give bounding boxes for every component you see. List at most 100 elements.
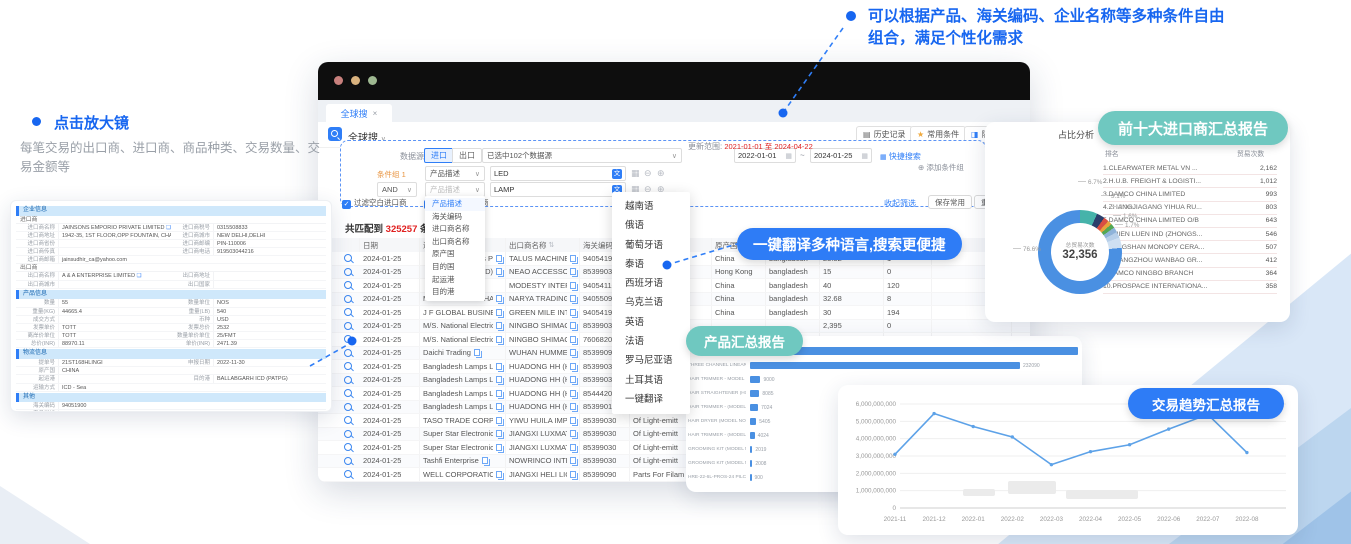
field-menu-item[interactable]: 目的国 — [425, 261, 485, 274]
copy-icon[interactable] — [496, 444, 502, 451]
copy-icon[interactable] — [570, 268, 576, 275]
copy-icon[interactable] — [482, 457, 488, 464]
copy-icon[interactable] — [496, 268, 502, 275]
language-menu-item[interactable]: 俄语 — [612, 216, 690, 235]
importer-rank-row[interactable]: 7.TANGSHAN MONOPY CERA...507 — [1103, 241, 1277, 254]
magnifier-icon[interactable] — [344, 403, 352, 411]
field-menu-item[interactable]: 原产国 — [425, 248, 485, 261]
copy-icon[interactable] — [570, 403, 576, 410]
copy-icon[interactable] — [570, 390, 576, 397]
magnifier-icon[interactable] — [344, 308, 352, 316]
importer-rank-row[interactable]: 8.GUANGZHOU WANBAO GR...412 — [1103, 254, 1277, 267]
remove-condition-icon[interactable]: ⊖ — [644, 168, 652, 179]
copy-icon[interactable] — [496, 322, 502, 329]
field-menu-item[interactable]: 目的港 — [425, 286, 485, 299]
field-menu-item[interactable]: 产品描述 — [425, 198, 485, 211]
quick-date-link[interactable]: ▦ 快捷搜索 — [880, 151, 921, 162]
copy-icon[interactable] — [496, 417, 502, 424]
language-menu-item[interactable]: 一键翻译 — [612, 390, 690, 409]
copy-icon[interactable] — [496, 403, 502, 410]
copy-icon[interactable] — [496, 255, 502, 262]
magnifier-icon[interactable] — [344, 457, 352, 465]
language-menu-item[interactable]: 乌克兰语 — [612, 293, 690, 312]
language-menu-item[interactable]: 越南语 — [612, 197, 690, 216]
field-menu-item[interactable]: 海关编码 — [425, 211, 485, 224]
language-menu-item[interactable]: 英语 — [612, 313, 690, 332]
save-common-button[interactable]: 保存常用 — [928, 195, 972, 209]
copy-icon[interactable] — [496, 295, 502, 302]
copy-icon[interactable] — [570, 444, 576, 451]
dataset-select[interactable]: 已选中102个数据源∨ — [482, 148, 682, 163]
maximize-window-icon[interactable] — [368, 76, 377, 85]
magnifier-icon[interactable] — [344, 254, 352, 262]
copy-icon[interactable] — [570, 282, 576, 289]
magnifier-icon[interactable] — [344, 268, 352, 276]
magnifier-icon[interactable] — [344, 335, 352, 343]
copy-icon[interactable] — [496, 471, 502, 478]
language-menu-item[interactable]: 土耳其语 — [612, 371, 690, 390]
magnifier-icon[interactable] — [344, 416, 352, 424]
magnifier-icon[interactable] — [344, 389, 352, 397]
column-header[interactable] — [336, 238, 360, 252]
language-menu-item[interactable]: 葡萄牙语 — [612, 236, 690, 255]
copy-icon[interactable] — [496, 390, 502, 397]
language-menu-item[interactable]: 西班牙语 — [612, 274, 690, 293]
logic-select[interactable]: AND∨ — [377, 182, 417, 197]
language-menu-item[interactable]: 法语 — [612, 332, 690, 351]
copy-icon[interactable] — [570, 349, 576, 356]
copy-icon[interactable] — [496, 336, 502, 343]
magnifier-icon[interactable] — [344, 281, 352, 289]
importer-rank-row[interactable]: 6.CHIEN LUEN IND (ZHONGS...546 — [1103, 228, 1277, 241]
field-select-2[interactable]: 产品描述∨ — [425, 182, 485, 197]
magnifier-icon[interactable] — [344, 430, 352, 438]
importer-rank-row[interactable]: 1.CLEARWATER METAL VN ...2,162 — [1103, 162, 1277, 175]
importer-rank-row[interactable]: 2.H.U.B. FREIGHT & LOGISTI...1,012 — [1103, 175, 1277, 188]
importer-rank-row[interactable]: 3.DAMCO CHINA LIMITED993 — [1103, 188, 1277, 201]
copy-icon[interactable] — [496, 363, 502, 370]
copy-icon[interactable] — [570, 417, 576, 424]
close-window-icon[interactable] — [334, 76, 343, 85]
tab-close-icon[interactable]: × — [373, 109, 378, 118]
translate-icon[interactable]: 文 — [612, 169, 622, 179]
list-icon[interactable]: ▦ — [631, 168, 640, 179]
export-toggle[interactable]: 出口 — [452, 148, 482, 163]
copy-icon[interactable] — [570, 309, 576, 316]
copy-icon[interactable] — [570, 336, 576, 343]
keyword-input-2[interactable]: LAMP文 — [490, 182, 626, 197]
language-menu-item[interactable]: 泰语 — [612, 255, 690, 274]
magnifier-icon[interactable] — [344, 349, 352, 357]
copy-icon[interactable] — [570, 376, 576, 383]
magnifier-icon[interactable] — [344, 295, 352, 303]
magnifier-icon[interactable] — [344, 322, 352, 330]
importer-rank-row[interactable]: 10.PROSPACE INTERNATIONA...358 — [1103, 281, 1277, 294]
field-menu-item[interactable]: 起运港 — [425, 274, 485, 287]
copy-icon[interactable] — [570, 322, 576, 329]
magnifier-icon[interactable] — [344, 470, 352, 478]
magnifier-icon[interactable] — [344, 443, 352, 451]
collapse-filters-link[interactable]: 收起筛选 — [884, 198, 916, 209]
company-link-icon[interactable]: ❏ — [137, 273, 142, 279]
magnifier-icon[interactable] — [344, 376, 352, 384]
keyword-input-1[interactable]: LED文 — [490, 166, 626, 181]
importer-rank-row[interactable]: 9.DAMCO NINGBO BRANCH364 — [1103, 268, 1277, 281]
field-menu-item[interactable]: 出口商名称 — [425, 236, 485, 249]
minimize-window-icon[interactable] — [351, 76, 360, 85]
field-menu-item[interactable]: 进口商名称 — [425, 223, 485, 236]
copy-icon[interactable] — [570, 471, 576, 478]
field-select-1[interactable]: 产品描述∨ — [425, 166, 485, 181]
add-condition-group[interactable]: ⊕ 添加条件组 — [918, 162, 964, 173]
copy-icon[interactable] — [496, 430, 502, 437]
import-toggle[interactable]: 进口 — [424, 148, 454, 163]
add-condition-icon[interactable]: ⊕ — [657, 168, 665, 179]
column-header[interactable]: 日期 — [360, 238, 420, 252]
sort-icon[interactable]: ⇅ — [549, 241, 555, 249]
tab-global-search[interactable]: 全球搜 × — [326, 104, 392, 122]
copy-icon[interactable] — [570, 430, 576, 437]
column-header[interactable]: 出口商名称⇅ — [506, 238, 580, 252]
copy-icon[interactable] — [570, 295, 576, 302]
language-menu-item[interactable]: 罗马尼亚语 — [612, 351, 690, 370]
copy-icon[interactable] — [496, 376, 502, 383]
copy-icon[interactable] — [570, 363, 576, 370]
date-to-input[interactable]: 2024-01-25▦ — [810, 148, 872, 163]
magnifier-icon[interactable] — [344, 362, 352, 370]
